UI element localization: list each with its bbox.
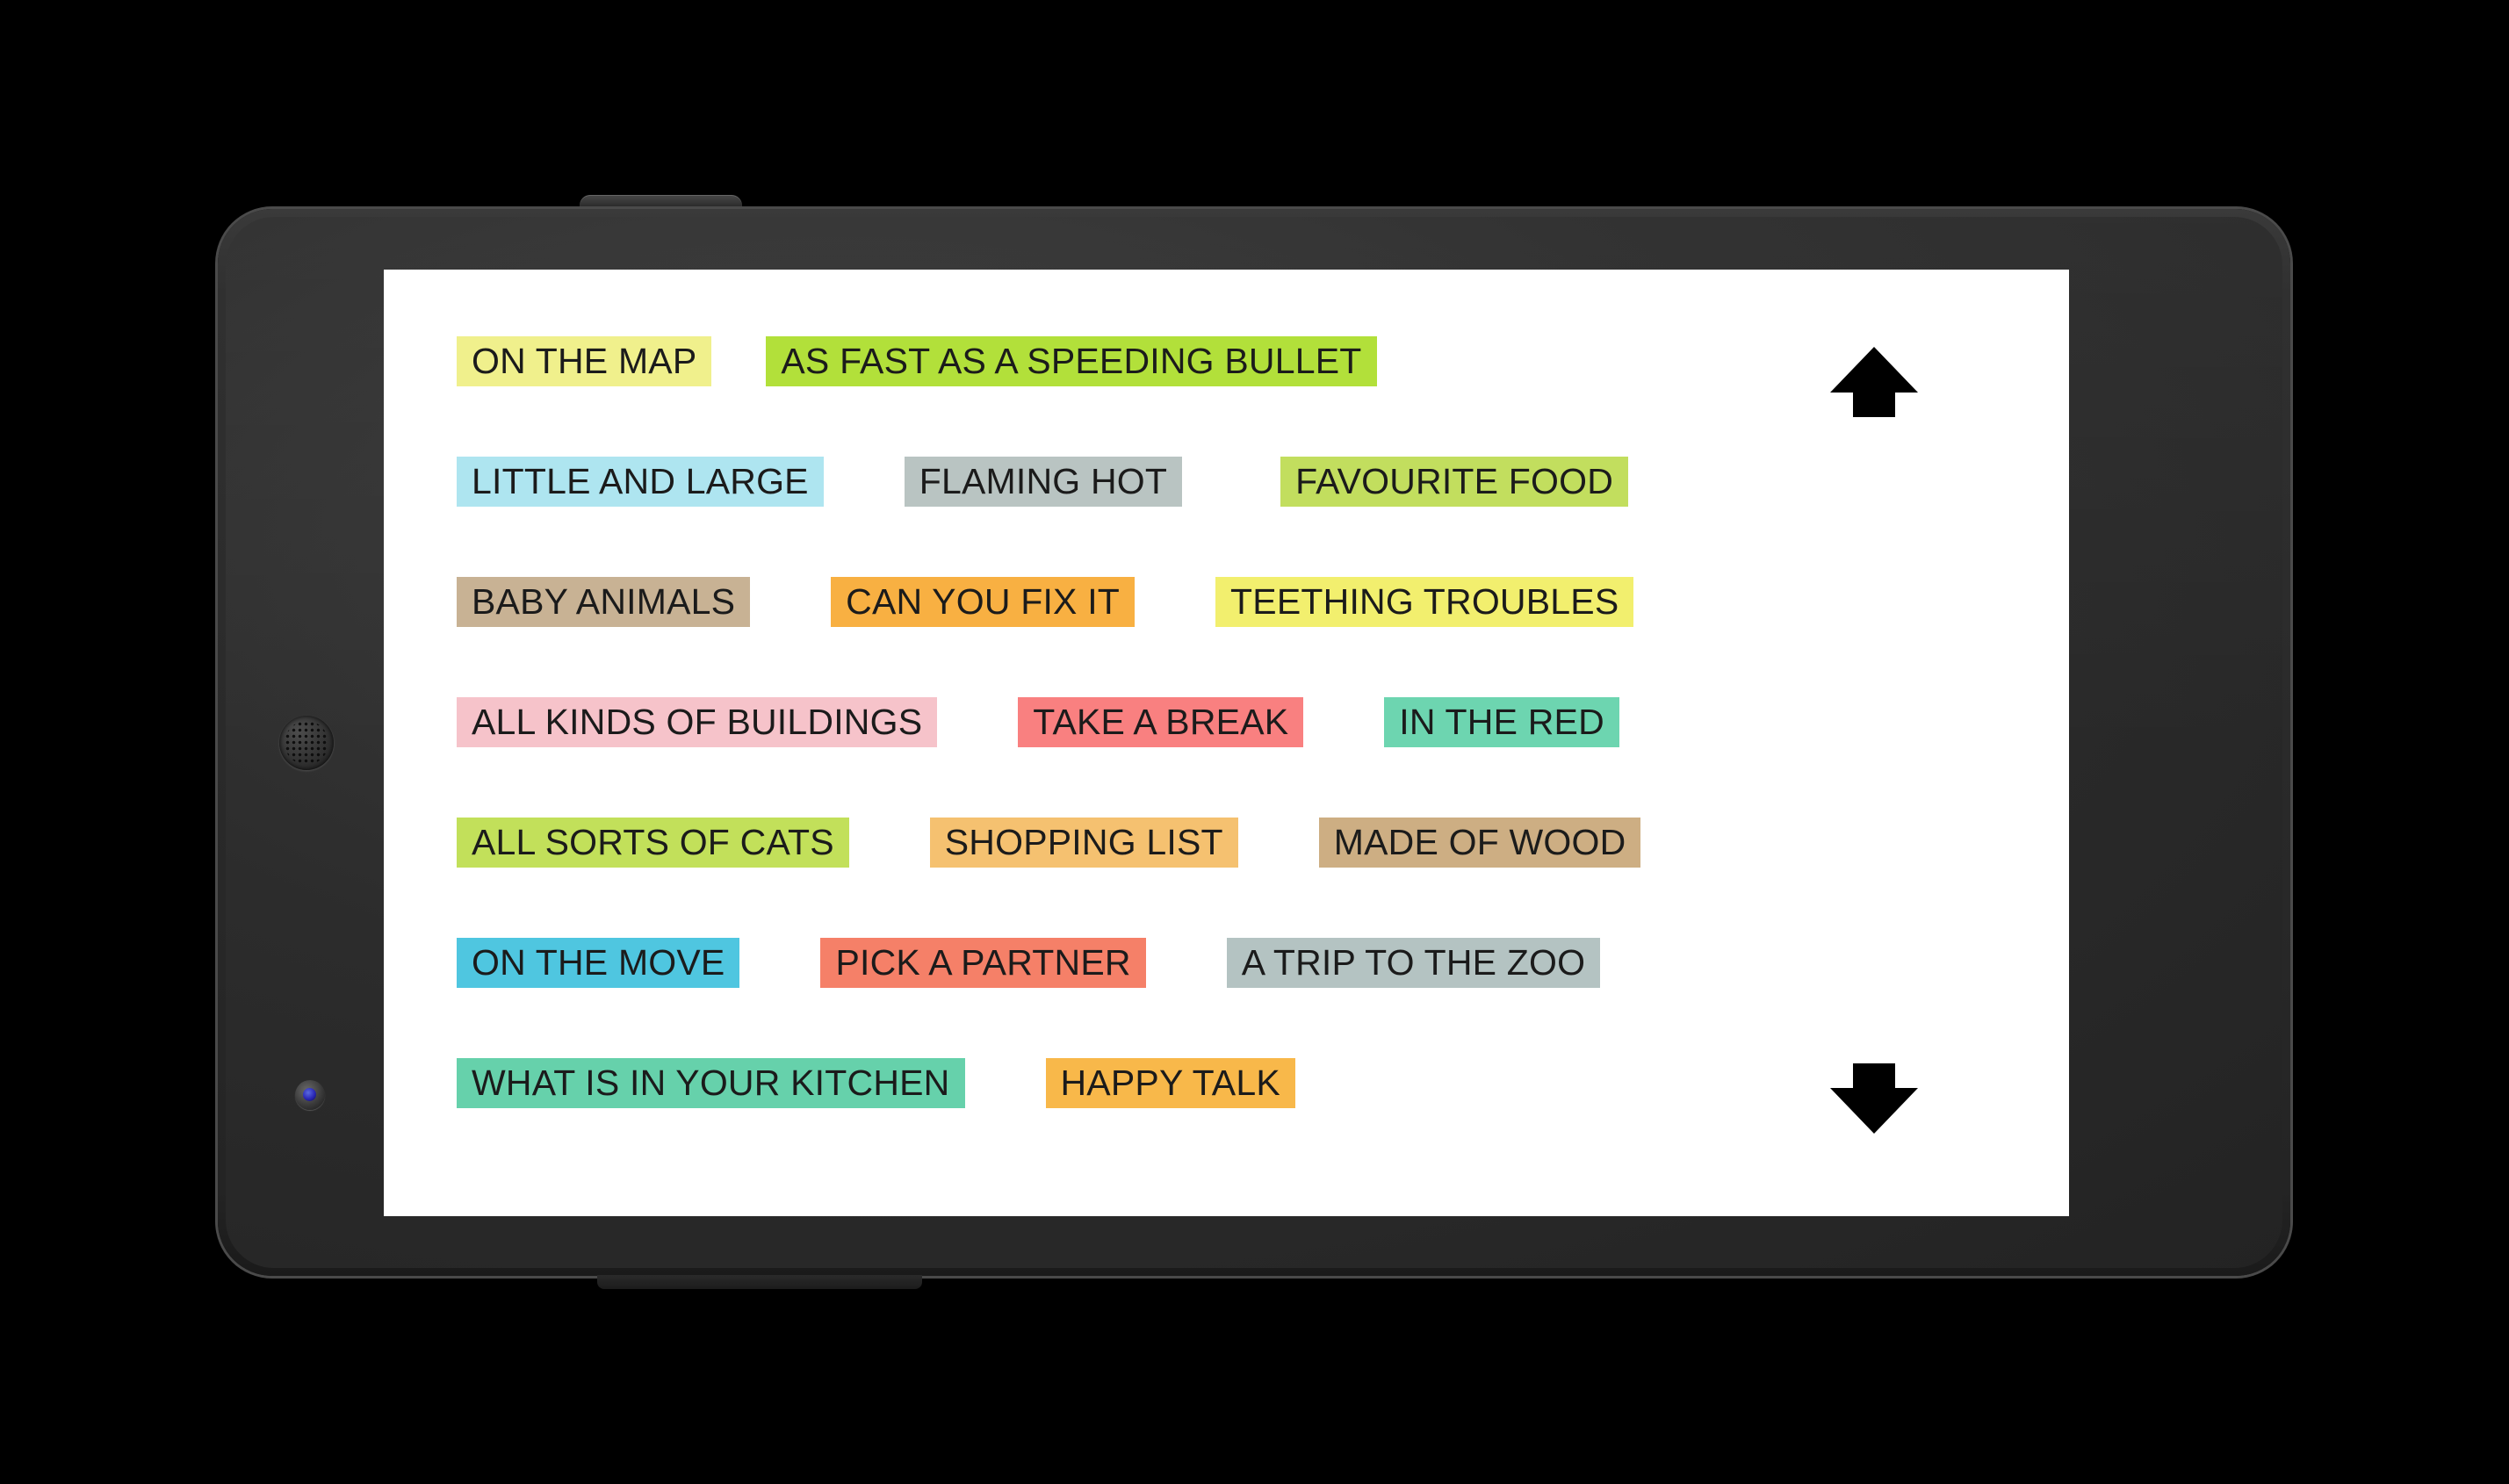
tag-row: BABY ANIMALS CAN YOU FIX IT TEETHING TROUB…	[384, 577, 2069, 697]
topic-tag[interactable]: PICK A PARTNER	[820, 938, 1146, 988]
topic-tag[interactable]: ALL KINDS OF BUILDINGS	[457, 697, 938, 747]
tag-row: WHAT IS IN YOUR KITCHEN HAPPY TALK	[384, 1058, 2069, 1178]
tag-row: ON THE MAP AS FAST AS A SPEEDING BULLET	[384, 336, 2069, 457]
topic-tag[interactable]: ON THE MAP	[457, 336, 712, 386]
topic-tag[interactable]: CAN YOU FIX IT	[831, 577, 1136, 627]
topic-tag[interactable]: SHOPPING LIST	[929, 818, 1238, 868]
topic-tag[interactable]: WHAT IS IN YOUR KITCHEN	[457, 1058, 965, 1108]
topic-tag[interactable]: LITTLE AND LARGE	[457, 457, 824, 507]
app-screen: ON THE MAP AS FAST AS A SPEEDING BULLET LI…	[384, 270, 2069, 1216]
topic-tag[interactable]: FLAMING HOT	[904, 457, 1183, 507]
scroll-up-arrow-icon[interactable]	[1828, 345, 1920, 419]
topic-tag[interactable]: FAVOURITE FOOD	[1280, 457, 1629, 507]
screenshot-stage: ON THE MAP AS FAST AS A SPEEDING BULLET LI…	[0, 0, 2509, 1484]
topic-tag[interactable]: AS FAST AS A SPEEDING BULLET	[766, 336, 1377, 386]
topic-tag[interactable]: A TRIP TO THE ZOO	[1226, 938, 1601, 988]
tag-row: ALL KINDS OF BUILDINGS TAKE A BREAK IN THE…	[384, 697, 2069, 818]
topic-tag[interactable]: BABY ANIMALS	[457, 577, 751, 627]
tag-row: ON THE MOVE PICK A PARTNER A TRIP TO THE Z…	[384, 938, 2069, 1058]
topic-tag[interactable]: MADE OF WOOD	[1318, 818, 1641, 868]
topic-tag[interactable]: ALL SORTS OF CATS	[457, 818, 849, 868]
front-camera-icon	[295, 1080, 325, 1110]
topic-tag[interactable]: IN THE RED	[1384, 697, 1619, 747]
topic-tag[interactable]: TEETHING TROUBLES	[1215, 577, 1634, 627]
tag-board: ON THE MAP AS FAST AS A SPEEDING BULLET LI…	[384, 270, 2069, 1216]
earpiece-speaker-icon	[279, 716, 334, 770]
topic-tag[interactable]: ON THE MOVE	[457, 938, 740, 988]
tag-row: ALL SORTS OF CATS SHOPPING LIST MADE OF WO…	[384, 818, 2069, 938]
topic-tag[interactable]: HAPPY TALK	[1045, 1058, 1295, 1108]
topic-tag[interactable]: TAKE A BREAK	[1018, 697, 1304, 747]
tag-row: LITTLE AND LARGE FLAMING HOT FAVOURITE FOO…	[384, 457, 2069, 577]
scroll-down-arrow-icon[interactable]	[1828, 1062, 1920, 1135]
device-bottom-nub	[597, 1275, 922, 1289]
